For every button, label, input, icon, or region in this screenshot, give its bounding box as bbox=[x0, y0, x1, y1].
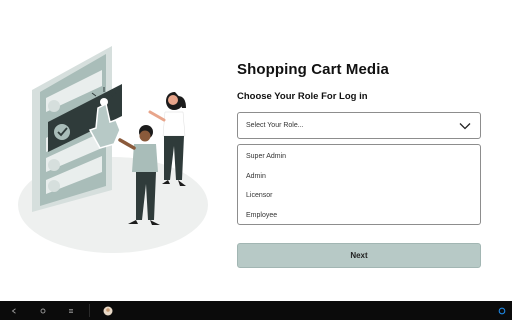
checkmark-icon bbox=[54, 124, 70, 140]
app-avatar-icon[interactable] bbox=[101, 301, 115, 320]
assistant-icon[interactable] bbox=[496, 301, 508, 320]
role-options-list: Super Admin Admin Licensor Employee bbox=[237, 144, 481, 225]
role-option-employee[interactable]: Employee bbox=[238, 210, 480, 230]
role-option-super-admin[interactable]: Super Admin bbox=[238, 151, 480, 171]
role-select-placeholder: Select Your Role... bbox=[246, 122, 304, 129]
recents-nav-icon[interactable] bbox=[65, 301, 77, 320]
system-taskbar bbox=[0, 301, 512, 320]
next-button[interactable]: Next bbox=[237, 243, 481, 268]
role-prompt: Choose Your Role For Log in bbox=[237, 91, 368, 102]
home-nav-icon[interactable] bbox=[37, 301, 49, 320]
login-form: Shopping Cart Media Choose Your Role For… bbox=[237, 60, 482, 268]
app-title: Shopping Cart Media bbox=[237, 61, 389, 78]
back-nav-icon[interactable] bbox=[8, 301, 20, 320]
role-option-licensor[interactable]: Licensor bbox=[238, 190, 480, 210]
taskbar-divider bbox=[89, 304, 90, 317]
login-illustration bbox=[18, 46, 208, 253]
chevron-down-icon[interactable] bbox=[459, 121, 471, 131]
login-role-screen: Shopping Cart Media Choose Your Role For… bbox=[0, 0, 512, 301]
role-option-admin[interactable]: Admin bbox=[238, 171, 480, 191]
role-select[interactable]: Select Your Role... bbox=[237, 112, 481, 139]
